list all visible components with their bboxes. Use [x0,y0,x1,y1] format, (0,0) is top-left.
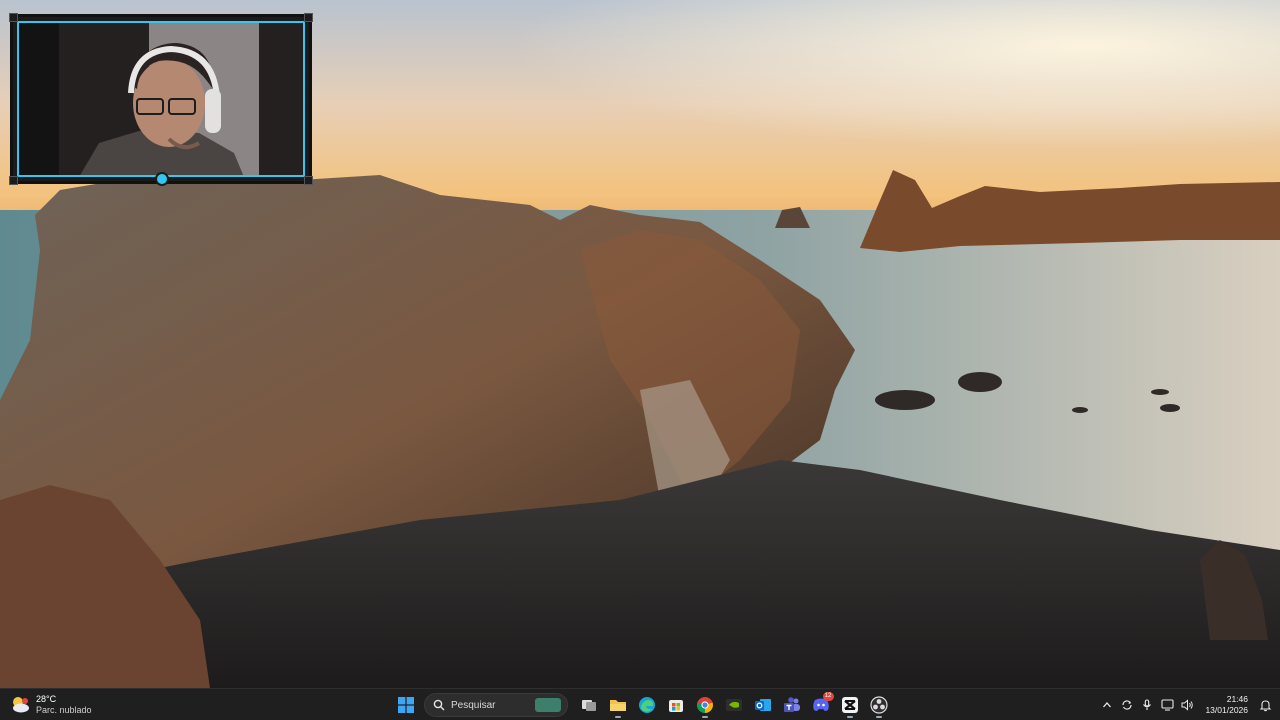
nvidia-icon [725,699,742,711]
clock[interactable]: 21:46 13/01/2026 [1205,694,1248,716]
microphone-icon [1143,699,1152,710]
microphone-tray-button[interactable] [1137,695,1157,715]
search-icon [433,699,445,711]
resize-handle[interactable] [9,176,18,185]
folder-icon [609,700,626,711]
capcut-icon [841,697,858,713]
network-tray-button[interactable] [1157,695,1177,715]
sync-icon [1122,700,1133,710]
teams-icon [783,697,800,712]
webcam-overlay[interactable] [9,13,313,186]
weather-temperature: 28°C [36,694,57,704]
volume-tray-button[interactable] [1177,695,1197,715]
search-placeholder: Pesquisar [451,699,496,711]
show-hidden-icons-button[interactable] [1097,695,1117,715]
obs-icon [869,696,888,714]
nvidia-button[interactable] [721,692,747,718]
sync-tray-button[interactable] [1117,695,1137,715]
search-highlight-icon [535,698,561,712]
discord-notification-badge: 12 [822,692,834,701]
microsoft-store-button[interactable] [663,692,689,718]
capcut-button[interactable] [837,692,863,718]
obs-button[interactable] [866,692,892,718]
teams-button[interactable] [779,692,805,718]
clock-date: 13/01/2026 [1205,705,1248,715]
resize-handle[interactable] [304,13,313,22]
discord-button[interactable]: 12 [808,692,834,718]
network-icon [1161,699,1174,711]
task-view-icon [581,700,596,711]
clock-time: 21:46 [1226,694,1248,704]
move-handle[interactable] [155,172,169,186]
webcam-feed [17,21,305,177]
store-icon [668,700,683,712]
task-view-button[interactable] [576,692,602,718]
chevron-up-icon [1103,702,1112,708]
bell-icon [1259,699,1271,711]
file-explorer-button[interactable] [605,692,631,718]
chrome-button[interactable] [692,692,718,718]
edge-button[interactable] [634,692,660,718]
partly-cloudy-icon [10,695,30,715]
resize-handle[interactable] [304,176,313,185]
volume-icon [1181,699,1193,711]
taskbar: 28°C Parc. nublado Pesquisar 12 21:46 13… [0,688,1280,720]
weather-condition: Parc. nublado [36,705,92,715]
windows-icon [397,697,414,713]
taskbar-apps: Pesquisar 12 [391,692,893,718]
edge-icon [638,697,655,713]
weather-widget[interactable]: 28°C Parc. nublado [10,692,92,718]
search-box[interactable]: Pesquisar [424,693,568,717]
system-tray: 21:46 13/01/2026 [1097,692,1280,718]
start-button[interactable] [393,692,419,718]
resize-handle[interactable] [9,13,18,22]
chrome-icon [696,697,713,714]
notifications-button[interactable] [1254,694,1276,716]
outlook-button[interactable] [750,692,776,718]
outlook-icon [754,699,771,711]
